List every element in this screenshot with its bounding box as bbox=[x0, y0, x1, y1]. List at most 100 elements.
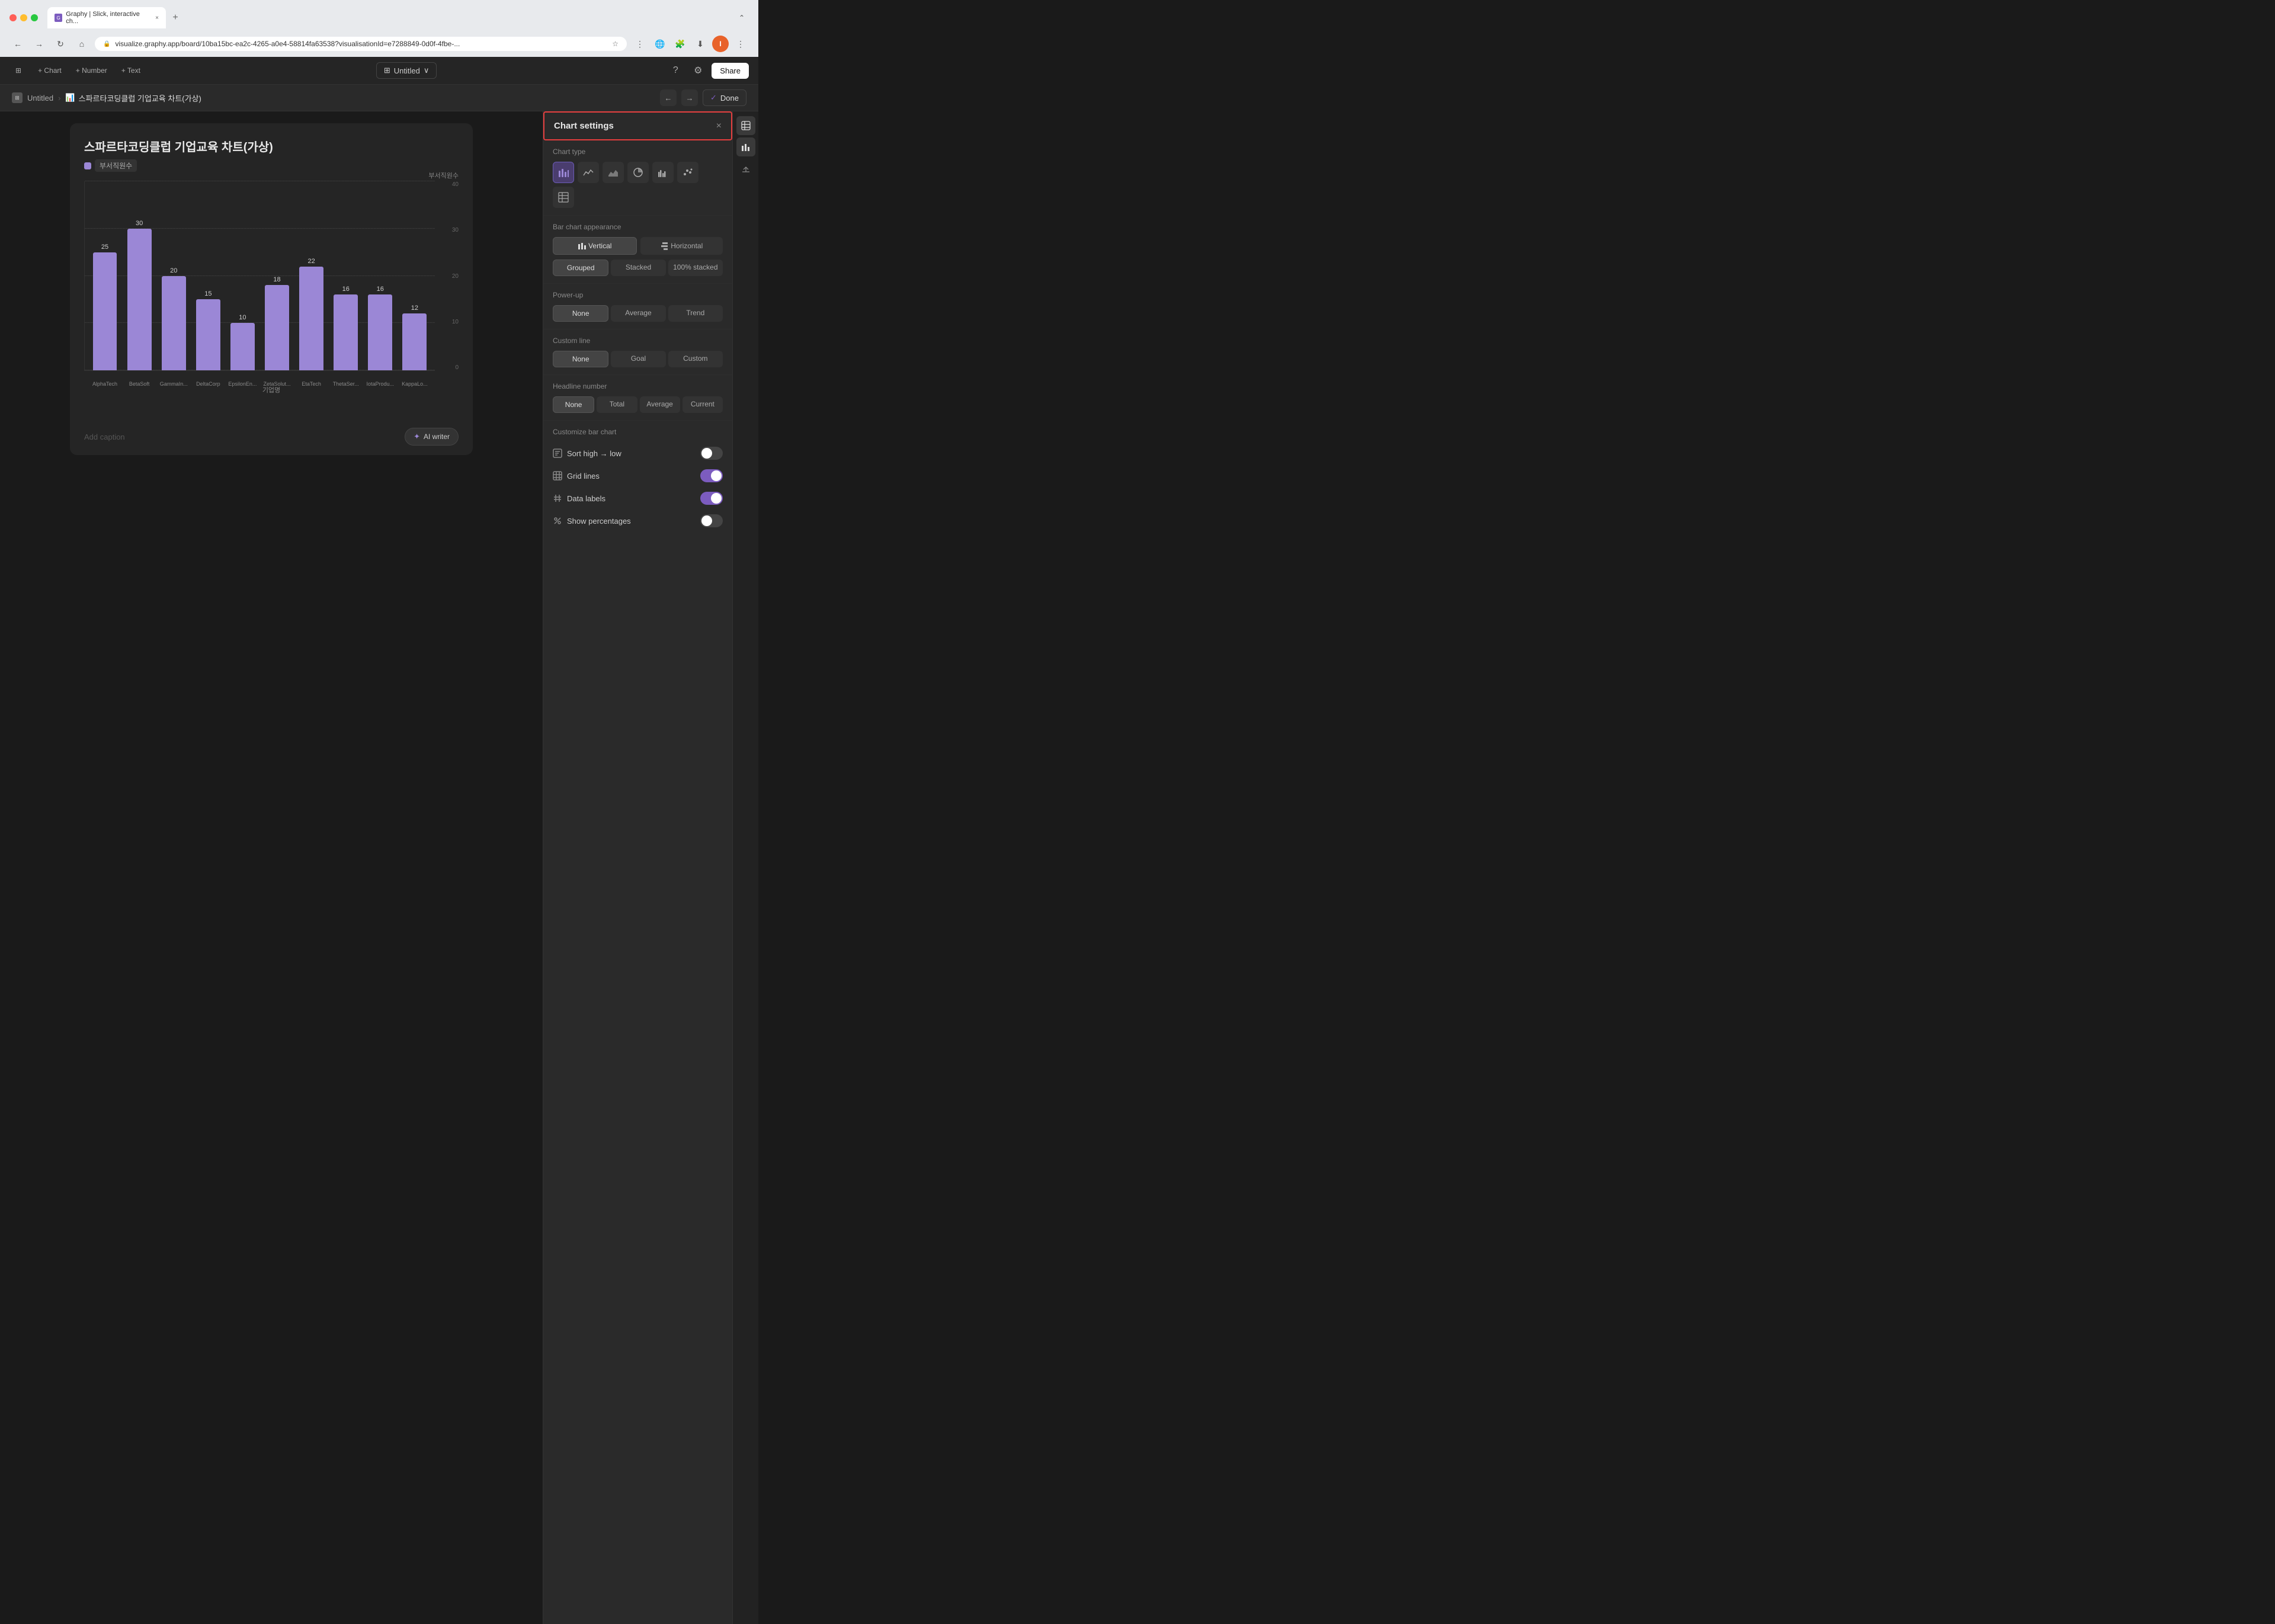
customline-goal-button[interactable]: Goal bbox=[611, 351, 665, 367]
customline-custom-button[interactable]: Custom bbox=[668, 351, 723, 367]
chart-type-area-button[interactable] bbox=[603, 162, 624, 183]
chart-type-table-button[interactable] bbox=[553, 187, 574, 208]
browser-tab-active[interactable]: G Graphy | Slick, interactive ch... × bbox=[47, 7, 166, 28]
forward-button[interactable]: → bbox=[31, 36, 47, 52]
grouped-button[interactable]: Grouped bbox=[553, 260, 608, 276]
customline-none-button[interactable]: None bbox=[553, 351, 608, 367]
expand-icon[interactable]: ⌃ bbox=[735, 11, 749, 25]
profile-button[interactable]: I bbox=[712, 36, 729, 52]
caption-placeholder[interactable]: Add caption bbox=[84, 433, 125, 441]
breadcrumb-parent[interactable]: Untitled bbox=[27, 94, 53, 102]
menu-icon[interactable]: ⋮ bbox=[732, 36, 749, 52]
bar-x-label: AlphaTech bbox=[92, 381, 117, 387]
horizontal-icon bbox=[660, 242, 668, 250]
custom-line-section: Custom line None Goal Custom bbox=[543, 329, 732, 375]
settings-icon-button[interactable]: ⚙ bbox=[689, 62, 707, 79]
powerup-none-button[interactable]: None bbox=[553, 305, 608, 322]
panel-chart-button[interactable] bbox=[736, 137, 755, 156]
breadcrumb-current-label: 스파르타코딩클럽 기업교육 차트(가상) bbox=[79, 92, 201, 104]
chart-type-line-button[interactable] bbox=[578, 162, 599, 183]
back-button[interactable]: ← bbox=[9, 36, 26, 52]
globe-icon[interactable]: 🌐 bbox=[652, 36, 668, 52]
tab-close-button[interactable]: × bbox=[155, 15, 159, 21]
new-tab-button[interactable]: + bbox=[168, 11, 182, 25]
toggle-sidebar-button[interactable]: ⊞ bbox=[9, 63, 27, 78]
bar-item[interactable]: 16 ThetaSer... bbox=[332, 181, 360, 370]
breadcrumb-current: 📊 스파르타코딩클럽 기업교육 차트(가상) bbox=[65, 92, 201, 104]
add-number-button[interactable]: + Number bbox=[70, 63, 113, 78]
bar-item[interactable]: 20 GammaIn... bbox=[159, 181, 188, 370]
bookmark-icon[interactable]: ☆ bbox=[612, 40, 619, 48]
bar-item[interactable]: 10 EpsilonEn... bbox=[228, 181, 257, 370]
reload-button[interactable]: ↻ bbox=[52, 36, 69, 52]
puzzle-icon[interactable]: 🧩 bbox=[672, 36, 688, 52]
ai-writer-button[interactable]: ✦ AI writer bbox=[405, 428, 459, 446]
bar-item[interactable]: 30 BetaSoft bbox=[125, 181, 153, 370]
add-chart-button[interactable]: + Chart bbox=[30, 63, 68, 78]
bar-x-label: BetaSoft bbox=[129, 381, 150, 387]
toolbar-center: ⊞ Untitled ∨ bbox=[149, 62, 664, 79]
bar-item[interactable]: 22 EtaTech bbox=[297, 181, 326, 370]
appearance-section: Bar chart appearance Vertical Horizontal… bbox=[543, 216, 732, 284]
breadcrumb-back-button[interactable]: ← bbox=[660, 89, 677, 106]
bar-chart: 부서직원수 25 AlphaTech 30 BetaSoft bbox=[84, 181, 459, 395]
headline-total-button[interactable]: Total bbox=[597, 396, 637, 413]
tab-title: Graphy | Slick, interactive ch... bbox=[66, 11, 149, 25]
headline-current-button[interactable]: Current bbox=[682, 396, 723, 413]
vertical-button[interactable]: Vertical bbox=[553, 237, 637, 255]
settings-header: Chart settings × bbox=[543, 111, 732, 140]
bars-container: 25 AlphaTech 30 BetaSoft 20 GammaIn... 1… bbox=[85, 181, 435, 370]
horizontal-button[interactable]: Horizontal bbox=[640, 237, 723, 255]
chart-type-bar-button[interactable] bbox=[553, 162, 574, 183]
area-chart-icon bbox=[608, 167, 619, 178]
chart-type-scatter-button[interactable] bbox=[677, 162, 698, 183]
gridlines-toggle-switch[interactable] bbox=[700, 469, 723, 482]
panel-table-button[interactable] bbox=[736, 116, 755, 135]
settings-title: Chart settings bbox=[554, 121, 614, 131]
bar-x-label: ThetaSer... bbox=[333, 381, 359, 387]
appearance-label: Bar chart appearance bbox=[553, 223, 723, 231]
done-button[interactable]: ✓ Done bbox=[703, 89, 746, 106]
app-container: ⊞ + Chart + Number + Text ⊞ Untitled ∨ ?… bbox=[0, 57, 758, 1624]
doc-title-label: Untitled bbox=[394, 66, 420, 75]
powerup-average-button[interactable]: Average bbox=[611, 305, 665, 322]
showpct-toggle-switch[interactable] bbox=[700, 514, 723, 527]
stacked100-button[interactable]: 100% stacked bbox=[668, 260, 723, 276]
download-icon[interactable]: ⬇ bbox=[692, 36, 709, 52]
share-button[interactable]: Share bbox=[712, 63, 749, 79]
close-window-button[interactable] bbox=[9, 14, 17, 21]
bar-item[interactable]: 12 KappaLo... bbox=[400, 181, 429, 370]
sort-toggle-switch[interactable] bbox=[700, 447, 723, 460]
chart-type-grouped-button[interactable] bbox=[652, 162, 674, 183]
bar-x-label: EpsilonEn... bbox=[228, 381, 257, 387]
settings-close-button[interactable]: × bbox=[716, 121, 722, 131]
y-label-0: 0 bbox=[455, 364, 459, 371]
chart-type-pie-button[interactable] bbox=[627, 162, 649, 183]
breadcrumb-forward-button[interactable]: → bbox=[681, 89, 698, 106]
bar-item[interactable]: 18 ZetaSolut... bbox=[262, 181, 291, 370]
bar-item[interactable]: 15 DeltaCorp bbox=[194, 181, 222, 370]
powerup-trend-button[interactable]: Trend bbox=[668, 305, 723, 322]
done-label: Done bbox=[720, 94, 739, 102]
headline-none-button[interactable]: None bbox=[553, 396, 594, 413]
datalabels-toggle-switch[interactable] bbox=[700, 492, 723, 505]
home-button[interactable]: ⌂ bbox=[73, 36, 90, 52]
maximize-window-button[interactable] bbox=[31, 14, 38, 21]
panel-export-button[interactable] bbox=[736, 159, 755, 178]
help-icon-button[interactable]: ? bbox=[667, 62, 684, 79]
stacked-button[interactable]: Stacked bbox=[611, 260, 665, 276]
pie-chart-icon bbox=[633, 167, 643, 178]
minimize-window-button[interactable] bbox=[20, 14, 27, 21]
showpct-label: Show percentages bbox=[553, 516, 631, 526]
x-axis-label: 기업명 bbox=[262, 385, 280, 395]
y-label-40: 40 bbox=[452, 181, 459, 188]
bar-item[interactable]: 16 IotaProdu... bbox=[366, 181, 395, 370]
add-text-button[interactable]: + Text bbox=[116, 63, 146, 78]
datalabels-label: Data labels bbox=[553, 494, 605, 503]
legend-color-dot bbox=[84, 162, 91, 169]
extensions-icon[interactable]: ⋮ bbox=[632, 36, 648, 52]
headline-average-button[interactable]: Average bbox=[640, 396, 680, 413]
address-bar[interactable]: 🔒 visualize.graphy.app/board/10ba15bc-ea… bbox=[95, 37, 627, 51]
bar-item[interactable]: 25 AlphaTech bbox=[91, 181, 119, 370]
doc-title-button[interactable]: ⊞ Untitled ∨ bbox=[376, 62, 437, 79]
